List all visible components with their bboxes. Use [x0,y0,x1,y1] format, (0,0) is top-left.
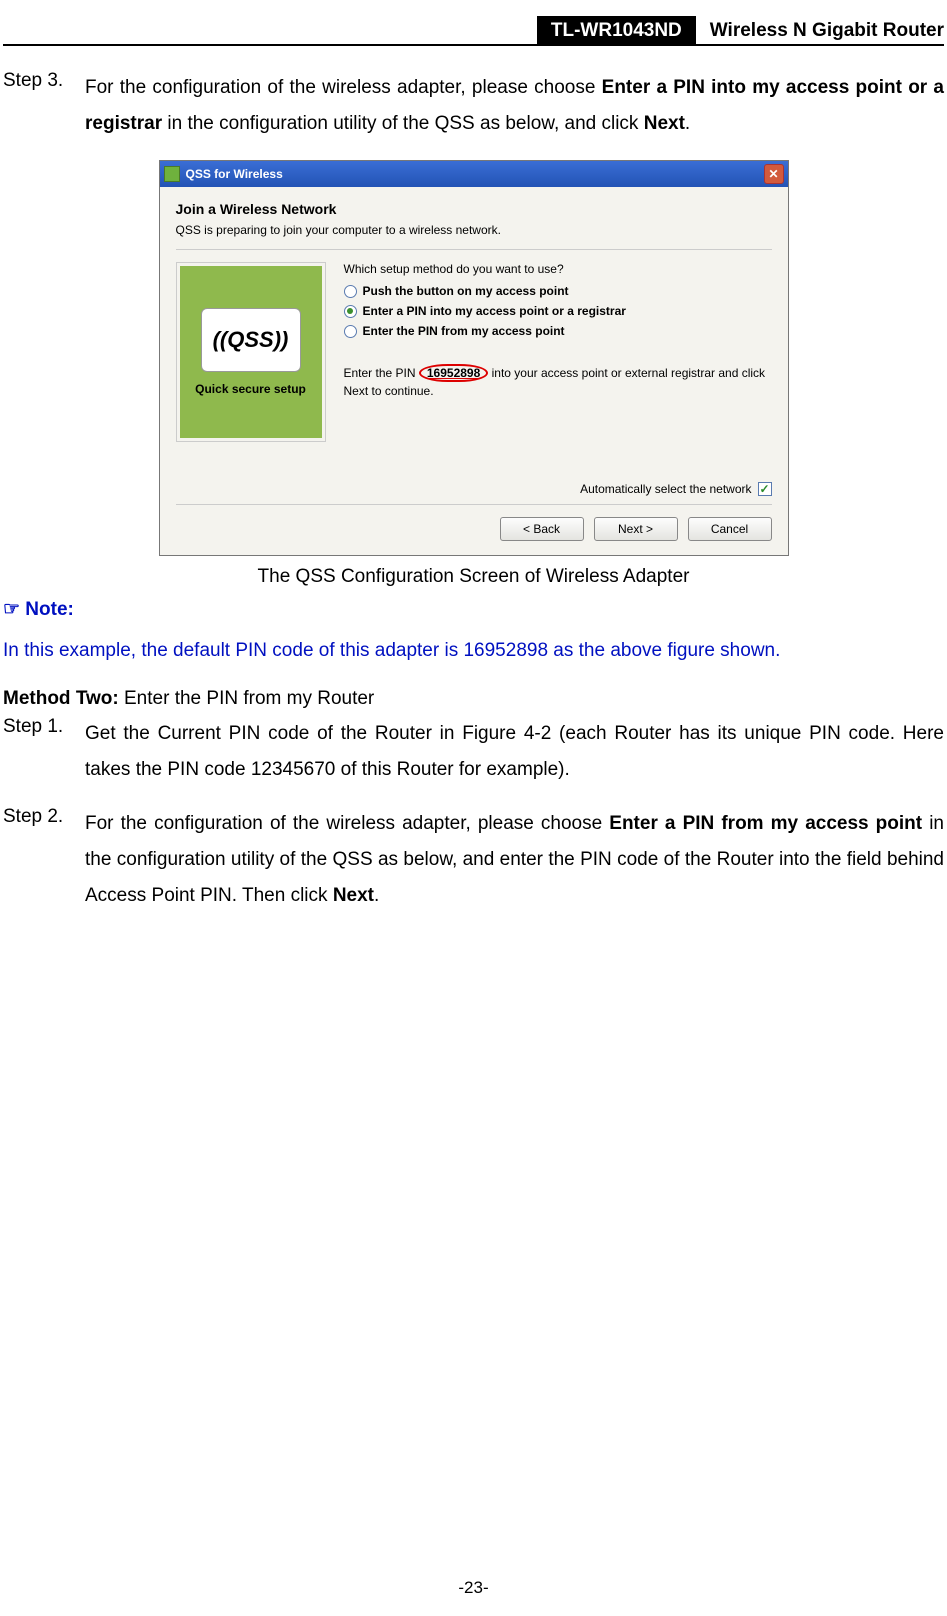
header-row: TL-WR1043ND Wireless N Gigabit Router [537,16,944,46]
product-name: Wireless N Gigabit Router [696,16,944,46]
pin-instruction: Enter the PIN 16952898 into your access … [344,364,772,400]
m2-step-2: Step 2. For the configuration of the wir… [3,806,944,914]
m2s2-b2: Next [333,885,374,906]
m2s2-t3: . [374,885,379,906]
radio-icon [344,325,357,338]
figure-caption: The QSS Configuration Screen of Wireless… [258,566,690,588]
m2-step-1: Step 1. Get the Current PIN code of the … [3,716,944,788]
m2-step-1-body: Get the Current PIN code of the Router i… [85,716,944,788]
option-2-label: Enter a PIN into my access point or a re… [363,304,626,318]
qss-window: QSS for Wireless ✕ Join a Wireless Netwo… [159,160,789,556]
m2s2-b1: Enter a PIN from my access point [609,813,922,834]
option-enter-pin-into-ap[interactable]: Enter a PIN into my access point or a re… [344,304,772,318]
option-3-label: Enter the PIN from my access point [363,324,565,338]
option-1-label: Push the button on my access point [363,284,569,298]
auto-select-checkbox[interactable]: ✓ [758,482,772,496]
header-rule: TL-WR1043ND Wireless N Gigabit Router [3,44,944,46]
panel-title: Join a Wireless Network [176,195,772,223]
m2-step-2-label: Step 2. [3,806,85,914]
close-icon[interactable]: ✕ [764,164,784,184]
m2-step-2-body: For the configuration of the wireless ad… [85,806,944,914]
step-3: Step 3. For the configuration of the wir… [3,70,944,142]
radio-icon [344,305,357,318]
option-enter-pin-from-ap[interactable]: Enter the PIN from my access point [344,324,772,338]
qss-logo-text: ((QSS)) [201,308,301,372]
pin-pre: Enter the PIN [344,366,419,380]
pin-value: 16952898 [419,364,488,382]
m2-step-1-label: Step 1. [3,716,85,788]
next-button[interactable]: Next > [594,517,678,541]
app-icon [164,166,180,182]
step3-t2: in the configuration utility of the QSS … [162,113,644,134]
panel-subtitle: QSS is preparing to join your computer t… [176,223,772,245]
step3-t3: . [685,113,690,134]
auto-select-label: Automatically select the network [580,482,751,496]
qss-logo-panel: ((QSS)) Quick secure setup [176,262,326,442]
step-3-body: For the configuration of the wireless ad… [85,70,944,142]
step3-t1: For the configuration of the wireless ad… [85,77,602,98]
method-two-heading: Method Two: Enter the PIN from my Router [3,684,944,714]
window-title: QSS for Wireless [186,167,283,181]
titlebar: QSS for Wireless ✕ [160,161,788,187]
note-heading: ☞ Note: [3,598,944,621]
model-label: TL-WR1043ND [537,16,696,46]
cancel-button[interactable]: Cancel [688,517,772,541]
option-push-button[interactable]: Push the button on my access point [344,284,772,298]
setup-question: Which setup method do you want to use? [344,262,772,276]
page-number: -23- [0,1578,947,1598]
step-3-label: Step 3. [3,70,85,142]
note-body: In this example, the default PIN code of… [3,637,944,666]
m2s2-t1: For the configuration of the wireless ad… [85,813,609,834]
qss-logo-sub: Quick secure setup [195,382,306,396]
radio-icon [344,285,357,298]
back-button[interactable]: < Back [500,517,584,541]
step3-b2: Next [644,113,685,134]
method-two-rest: Enter the PIN from my Router [119,688,375,709]
method-two-bold: Method Two: [3,688,119,709]
